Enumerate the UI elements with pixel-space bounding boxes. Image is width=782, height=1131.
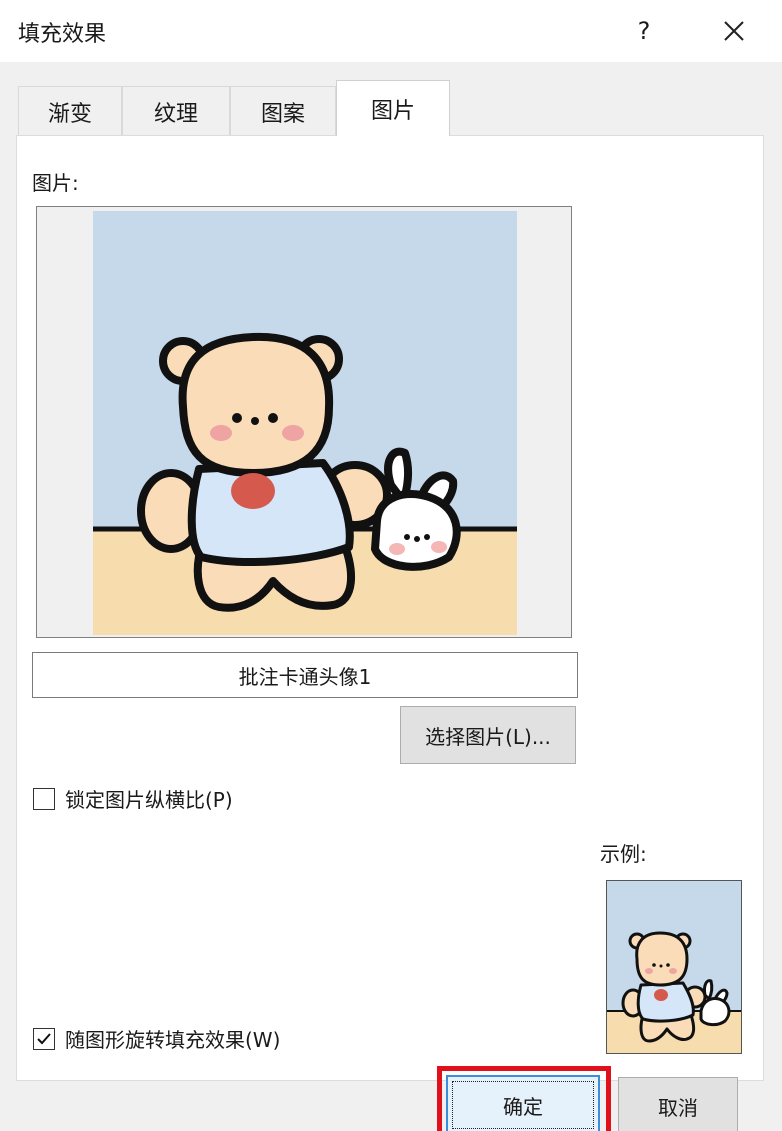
lock-aspect-checkbox[interactable]: 锁定图片纵横比(P) xyxy=(33,784,233,813)
tab-gradient[interactable]: 渐变 xyxy=(18,86,122,136)
close-button[interactable] xyxy=(712,10,756,52)
lock-aspect-label: 锁定图片纵横比(P) xyxy=(65,788,233,812)
checkbox-checked[interactable] xyxy=(33,1027,55,1050)
checkmark-icon xyxy=(37,1032,51,1044)
cancel-button[interactable]: 取消 xyxy=(618,1077,738,1131)
help-button[interactable]: ? xyxy=(622,10,666,52)
sample-picture xyxy=(607,881,741,1053)
picture-label: 图片: xyxy=(32,171,79,195)
choose-picture-button[interactable]: 选择图片(L)... xyxy=(400,706,576,764)
tab-texture[interactable]: 纹理 xyxy=(122,86,230,136)
sample-label: 示例: xyxy=(600,842,647,866)
ok-button[interactable]: 确定 xyxy=(446,1075,600,1131)
picture-preview xyxy=(36,206,572,638)
picture-name-field: 批注卡通头像1 xyxy=(32,652,578,698)
tab-pattern[interactable]: 图案 xyxy=(230,86,336,136)
close-icon xyxy=(724,21,744,41)
dialog-title: 填充效果 xyxy=(18,22,107,47)
sample-preview xyxy=(606,880,742,1054)
rotate-with-shape-checkbox[interactable]: 随图形旋转填充效果(W) xyxy=(33,1024,280,1053)
bear-picture xyxy=(93,211,517,635)
checkbox-unchecked[interactable] xyxy=(33,787,55,810)
title-bar: 填充效果 ? xyxy=(0,0,782,62)
tab-picture[interactable]: 图片 xyxy=(336,80,450,136)
rotate-with-shape-label: 随图形旋转填充效果(W) xyxy=(65,1028,281,1052)
